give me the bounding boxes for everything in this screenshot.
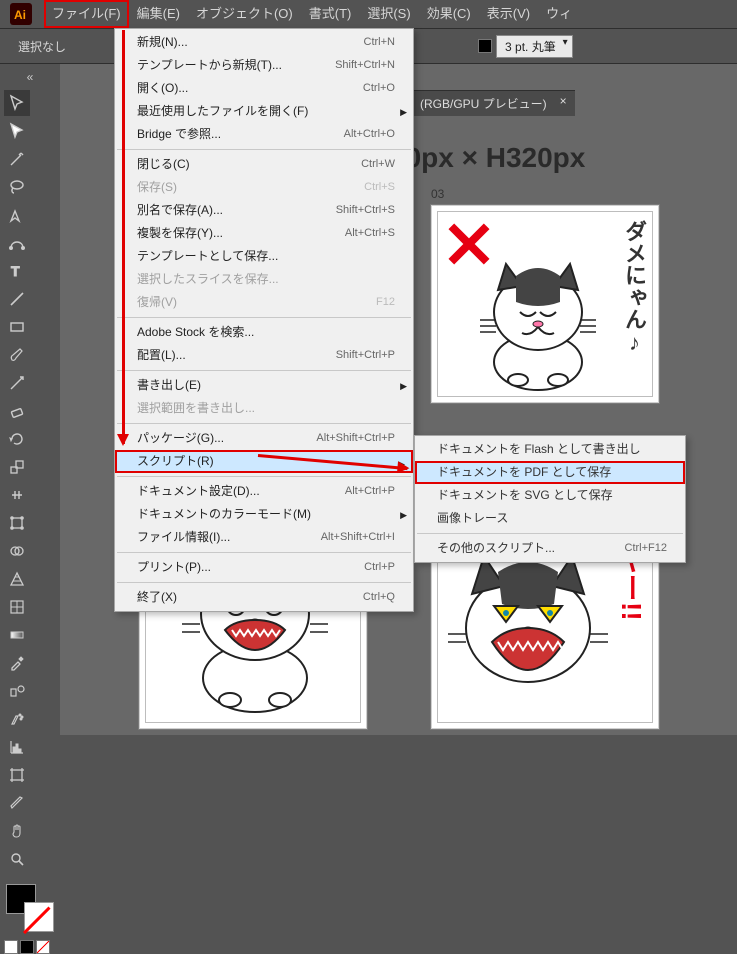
file-menu-item[interactable]: 新規(N)...Ctrl+N — [115, 31, 413, 54]
file-menu-item[interactable]: Adobe Stock を検索... — [115, 321, 413, 344]
file-menu-item: 保存(S)Ctrl+S — [115, 176, 413, 199]
menu-file[interactable]: ファイル(F) — [44, 0, 129, 28]
toolbox: T — [0, 64, 60, 735]
line-tool[interactable] — [4, 286, 30, 312]
artboard-tool[interactable] — [4, 762, 30, 788]
type-tool[interactable]: T — [4, 258, 30, 284]
cat-illustration — [444, 548, 614, 718]
menu-select[interactable]: 選択(S) — [359, 0, 418, 28]
file-menu-item[interactable]: テンプレートから新規(T)...Shift+Ctrl+N — [115, 54, 413, 77]
gradient-tool[interactable] — [4, 622, 30, 648]
lasso-tool[interactable] — [4, 174, 30, 200]
file-menu-item[interactable]: 配置(L)...Shift+Ctrl+P — [115, 344, 413, 367]
curvature-tool[interactable] — [4, 230, 30, 256]
document-tab-label: (RGB/GPU プレビュー) — [420, 97, 547, 111]
canvas-dimensions-text: 70px × H320px — [390, 142, 585, 174]
rotate-tool[interactable] — [4, 426, 30, 452]
annotation-arrow-down — [122, 30, 125, 444]
file-menu-item[interactable]: 閉じる(C)Ctrl+W — [115, 153, 413, 176]
file-menu-item: 復帰(V)F12 — [115, 291, 413, 314]
file-menu-item[interactable]: スクリプト(R) — [115, 450, 413, 473]
menu-object[interactable]: オブジェクト(O) — [188, 0, 301, 28]
hand-tool[interactable] — [4, 818, 30, 844]
menu-view[interactable]: 表示(V) — [479, 0, 538, 28]
artboard-03: 03 ダメにゃん♪ — [430, 204, 660, 404]
menu-effect[interactable]: 効果(C) — [419, 0, 479, 28]
mesh-tool[interactable] — [4, 594, 30, 620]
artboard-label: 03 — [431, 187, 444, 201]
file-menu-item[interactable]: 複製を保存(Y)...Alt+Ctrl+S — [115, 222, 413, 245]
blend-tool[interactable] — [4, 678, 30, 704]
zoom-tool[interactable] — [4, 846, 30, 872]
width-tool[interactable] — [4, 482, 30, 508]
stroke-weight-combo[interactable]: 3 pt. 丸筆 — [496, 35, 573, 58]
cat-illustration — [468, 252, 608, 392]
selection-status: 選択なし — [18, 38, 66, 55]
selection-tool[interactable] — [4, 90, 30, 116]
menu-edit[interactable]: 編集(E) — [129, 0, 188, 28]
graph-tool[interactable] — [4, 734, 30, 760]
script-submenu-item[interactable]: その他のスクリプト...Ctrl+F12 — [415, 537, 685, 560]
slice-tool[interactable] — [4, 790, 30, 816]
file-menu-item[interactable]: プリント(P)...Ctrl+P — [115, 556, 413, 579]
file-menu-item[interactable]: 別名で保存(A)...Shift+Ctrl+S — [115, 199, 413, 222]
perspective-tool[interactable] — [4, 566, 30, 592]
menu-window[interactable]: ウィ — [538, 0, 580, 28]
app-logo: Ai — [4, 0, 38, 28]
file-menu-item[interactable]: 終了(X)Ctrl+Q — [115, 586, 413, 609]
file-menu-item[interactable]: テンプレートとして保存... — [115, 245, 413, 268]
pen-tool[interactable] — [4, 202, 30, 228]
file-menu-item[interactable]: ドキュメント設定(D)...Alt+Ctrl+P — [115, 480, 413, 503]
eraser-tool[interactable] — [4, 398, 30, 424]
stroke-swatch[interactable] — [478, 39, 492, 53]
document-tab[interactable]: (RGB/GPU プレビュー) × — [410, 90, 575, 116]
script-submenu: ドキュメントを Flash として書き出しドキュメントを PDF として保存ドキ… — [414, 435, 686, 563]
paintbrush-tool[interactable] — [4, 342, 30, 368]
file-menu-item: 選択したスライスを保存... — [115, 268, 413, 291]
script-submenu-item[interactable]: ドキュメントを Flash として書き出し — [415, 438, 685, 461]
file-menu-item[interactable]: 開く(O)...Ctrl+O — [115, 77, 413, 100]
scale-tool[interactable] — [4, 454, 30, 480]
free-transform-tool[interactable] — [4, 510, 30, 536]
symbol-sprayer-tool[interactable] — [4, 706, 30, 732]
file-menu-item: 選択範囲を書き出し... — [115, 397, 413, 420]
file-menu-dropdown: 新規(N)...Ctrl+Nテンプレートから新規(T)...Shift+Ctrl… — [114, 28, 414, 612]
fill-stroke-swatches[interactable] — [4, 882, 56, 934]
eyedropper-tool[interactable] — [4, 650, 30, 676]
magic-wand-tool[interactable] — [4, 146, 30, 172]
file-menu-item[interactable]: 最近使用したファイルを開く(F) — [115, 100, 413, 123]
direct-selection-tool[interactable] — [4, 118, 30, 144]
file-menu-item[interactable]: パッケージ(G)...Alt+Shift+Ctrl+P — [115, 427, 413, 450]
sticker-caption: ダメにゃん♪ — [622, 220, 646, 355]
svg-text:T: T — [11, 263, 20, 279]
color-mode-swatches[interactable] — [4, 940, 56, 954]
file-menu-item[interactable]: 書き出し(E) — [115, 374, 413, 397]
script-submenu-item[interactable]: ドキュメントを SVG として保存 — [415, 484, 685, 507]
menubar: Ai ファイル(F) 編集(E) オブジェクト(O) 書式(T) 選択(S) 効… — [0, 0, 737, 28]
close-icon[interactable]: × — [560, 94, 567, 108]
svg-text:Ai: Ai — [14, 8, 26, 22]
file-menu-item[interactable]: ファイル情報(I)...Alt+Shift+Ctrl+I — [115, 526, 413, 549]
rectangle-tool[interactable] — [4, 314, 30, 340]
script-submenu-item[interactable]: ドキュメントを PDF として保存 — [415, 461, 685, 484]
shape-builder-tool[interactable] — [4, 538, 30, 564]
shaper-tool[interactable] — [4, 370, 30, 396]
file-menu-item[interactable]: ドキュメントのカラーモード(M) — [115, 503, 413, 526]
file-menu-item[interactable]: Bridge で参照...Alt+Ctrl+O — [115, 123, 413, 146]
script-submenu-item[interactable]: 画像トレース — [415, 507, 685, 530]
menu-type[interactable]: 書式(T) — [301, 0, 360, 28]
